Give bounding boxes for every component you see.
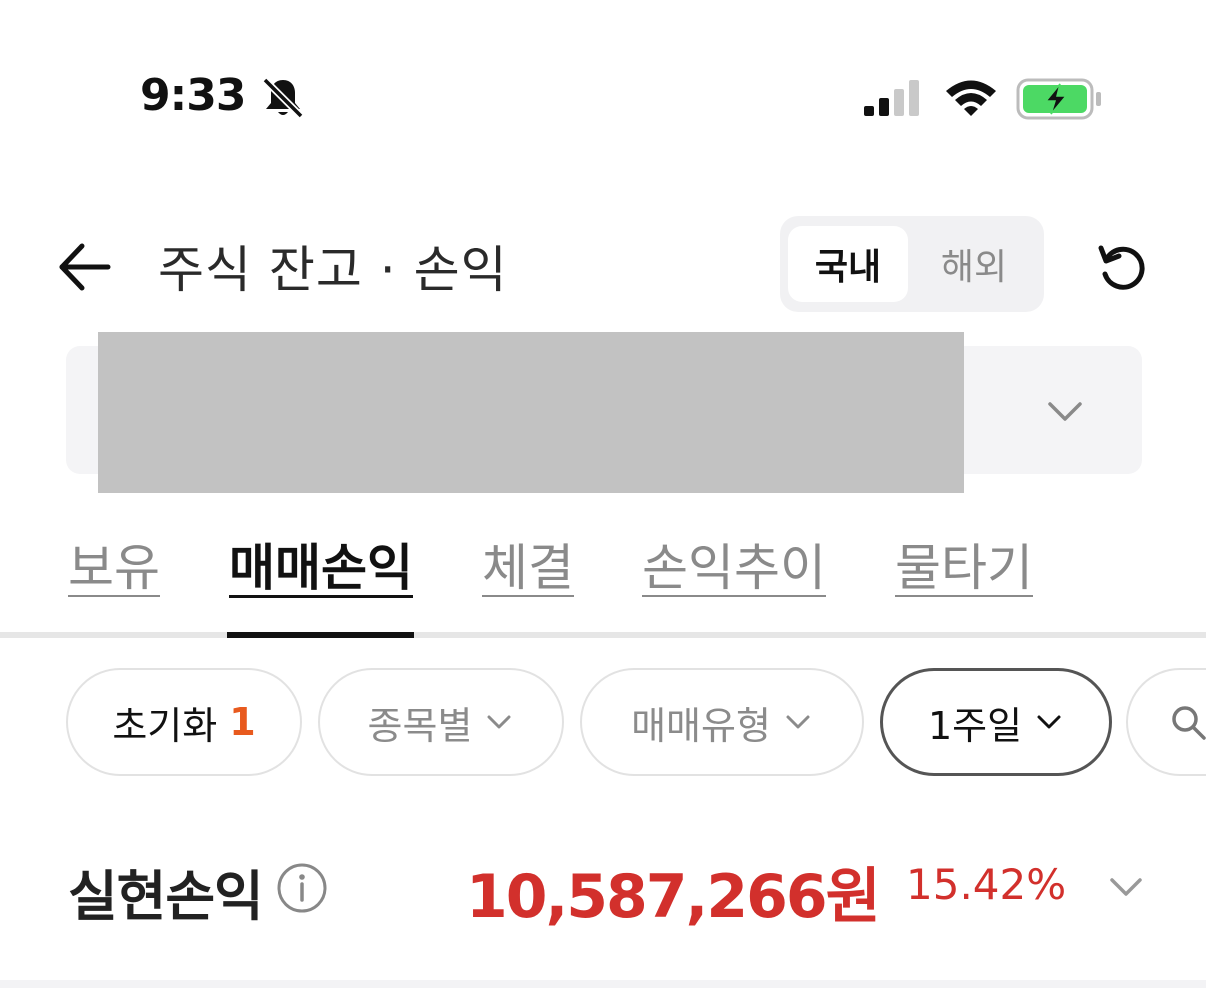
- tab-trade-profit[interactable]: 매매손익: [229, 528, 413, 600]
- info-icon[interactable]: [276, 862, 328, 914]
- redacted-account-info: [98, 332, 964, 493]
- filter-count-badge: 1: [229, 700, 256, 744]
- search-icon: [1172, 706, 1206, 740]
- trade-type-filter-chip[interactable]: 매매유형: [580, 668, 864, 776]
- section-divider: [0, 980, 1206, 988]
- realized-profit-rate: 15.42%: [906, 860, 1067, 909]
- period-label: 1주일: [927, 703, 1023, 748]
- trade-type-label: 매매유형: [631, 703, 771, 748]
- reset-label: 초기화: [112, 703, 218, 748]
- chevron-down-icon: [1037, 715, 1061, 729]
- tab-divider: [0, 632, 1206, 638]
- stock-filter-chip[interactable]: 종목별: [318, 668, 564, 776]
- back-arrow-icon[interactable]: [56, 238, 114, 296]
- segment-domestic[interactable]: 국내: [788, 226, 908, 302]
- battery-charging-icon: [1016, 78, 1101, 120]
- refresh-icon[interactable]: [1094, 238, 1152, 296]
- tab-profit-trend[interactable]: 손익추이: [642, 528, 826, 600]
- tab-executions[interactable]: 체결: [482, 528, 574, 600]
- tab-holdings[interactable]: 보유: [68, 528, 160, 600]
- segment-overseas[interactable]: 해외: [914, 226, 1034, 302]
- chevron-down-icon: [786, 715, 810, 729]
- chevron-down-icon[interactable]: [1106, 866, 1146, 906]
- chevron-down-icon[interactable]: [1044, 390, 1086, 432]
- status-time: 9:33: [140, 70, 246, 121]
- realized-profit-amount: 10,587,266원: [466, 862, 881, 932]
- chevron-down-icon: [487, 715, 511, 729]
- reset-filter-chip[interactable]: 초기화 1: [66, 668, 302, 776]
- active-tab-indicator: [227, 632, 414, 638]
- search-chip[interactable]: [1126, 668, 1206, 776]
- tab-averaging-down[interactable]: 물타기: [895, 528, 1033, 600]
- realized-profit-label: 실현손익: [68, 865, 264, 928]
- period-filter-chip[interactable]: 1주일: [880, 668, 1112, 776]
- cellular-signal-icon: [864, 80, 919, 116]
- page-title: 주식 잔고 · 손익: [158, 241, 508, 299]
- stock-filter-label: 종목별: [367, 703, 473, 748]
- market-segmented-control: 국내 해외: [780, 216, 1044, 312]
- wifi-icon: [946, 80, 996, 116]
- bell-slash-icon: [262, 77, 304, 119]
